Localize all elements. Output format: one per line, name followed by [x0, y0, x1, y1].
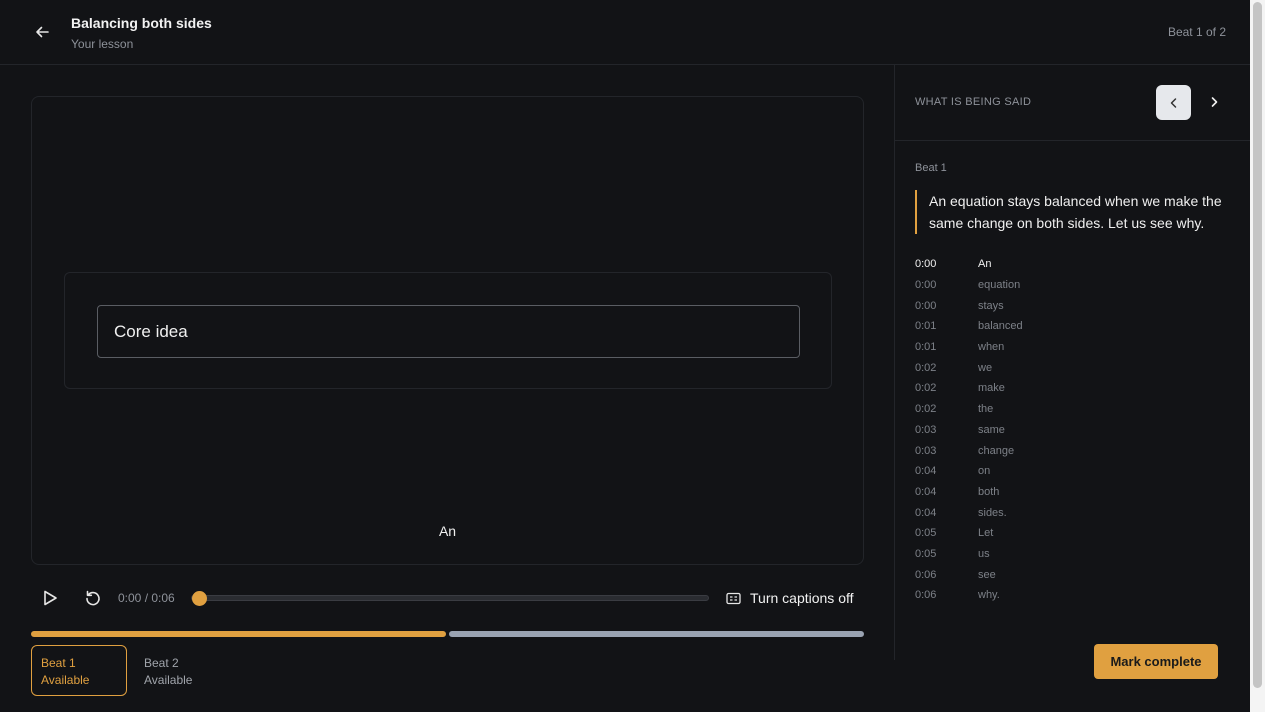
captions-toggle-label: Turn captions off	[750, 590, 854, 606]
transcript-word-row[interactable]: 0:05 Let	[915, 523, 1235, 544]
sidebar-beat-label: Beat 1	[915, 162, 947, 174]
word-text: see	[978, 568, 996, 581]
word-text: we	[978, 361, 993, 374]
transcript-word-row[interactable]: 0:05 us	[915, 544, 1235, 565]
player-controls: 0:00 / 0:06 Turn captions off	[31, 583, 864, 613]
word-text: equation	[978, 279, 1021, 292]
word-timestamp: 0:06	[915, 589, 937, 602]
word-text: balanced	[978, 320, 1023, 333]
lesson-subtitle: Your lesson	[71, 37, 134, 51]
word-timestamp: 0:03	[915, 423, 937, 436]
beat-tab-name: Beat 1	[41, 656, 76, 670]
transcript-word-row[interactable]: 0:02 make	[915, 378, 1235, 399]
word-timeline: 0:00 An 0:00 equation 0:00 stays 0:01 balanced 0…	[915, 254, 1235, 606]
word-timestamp: 0:00	[915, 299, 937, 312]
transcript-word-row[interactable]: 0:02 we	[915, 357, 1235, 378]
mark-complete-button[interactable]: Mark complete	[1094, 644, 1218, 679]
word-timestamp: 0:04	[915, 485, 937, 498]
next-beat-button[interactable]	[1204, 92, 1224, 112]
word-timestamp: 0:05	[915, 527, 937, 540]
transcript-word-row[interactable]: 0:02 the	[915, 399, 1235, 420]
replay-icon[interactable]	[84, 589, 102, 607]
transcript-word-row[interactable]: 0:03 same	[915, 420, 1235, 441]
transcript-word-row[interactable]: 0:06 why.	[915, 585, 1235, 606]
word-text: us	[978, 547, 990, 560]
captions-icon	[726, 592, 741, 604]
transcript-word-row[interactable]: 0:06 see	[915, 564, 1235, 585]
transcript-sidebar: WHAT IS BEING SAID Beat 1 An equation st…	[894, 65, 1251, 660]
sidebar-header: WHAT IS BEING SAID	[895, 65, 1251, 141]
word-timestamp: 0:02	[915, 361, 937, 374]
idea-card-label: Core idea	[97, 305, 800, 358]
transcript-quote: An equation stays balanced when we make …	[915, 190, 1231, 234]
word-timestamp: 0:02	[915, 403, 937, 416]
live-caption: An	[438, 523, 457, 539]
word-text: both	[978, 485, 1000, 498]
chevron-left-icon	[1170, 97, 1176, 108]
sidebar-title: WHAT IS BEING SAID	[915, 96, 1032, 108]
back-arrow-icon[interactable]	[32, 22, 52, 42]
word-timestamp: 0:04	[915, 465, 937, 478]
seek-bar[interactable]	[191, 591, 709, 606]
transcript-word-row[interactable]: 0:04 sides.	[915, 502, 1235, 523]
top-header: Balancing both sides Your lesson Beat 1 …	[0, 0, 1250, 65]
word-text: sides.	[978, 506, 1007, 519]
beat-tab-2[interactable]: Beat 2 Available	[134, 645, 230, 696]
word-text: An	[978, 258, 992, 271]
word-timestamp: 0:01	[915, 341, 937, 354]
page-scrollbar-thumb[interactable]	[1253, 2, 1262, 688]
word-timestamp: 0:04	[915, 506, 937, 519]
beat-counter: Beat 1 of 2	[1167, 25, 1226, 39]
chevron-right-icon	[1211, 97, 1218, 107]
playback-time: 0:00 / 0:06	[118, 591, 175, 605]
beat-2-progress	[449, 631, 864, 637]
word-timestamp: 0:00	[915, 258, 937, 271]
lesson-title: Balancing both sides	[71, 15, 212, 31]
beat-tab-1[interactable]: Beat 1 Available	[31, 645, 127, 696]
seek-thumb[interactable]	[192, 591, 207, 606]
word-text: stays	[978, 299, 1004, 312]
lesson-stage: Core idea An	[31, 96, 864, 565]
word-timestamp: 0:03	[915, 444, 937, 457]
word-text: why.	[978, 589, 1000, 602]
transcript-word-row[interactable]: 0:00 An	[915, 254, 1235, 275]
idea-card: Core idea	[64, 272, 832, 389]
page-scrollbar[interactable]	[1250, 0, 1265, 712]
beat-tab-status: Available	[144, 673, 193, 687]
beat-1-progress	[31, 631, 446, 637]
transcript-word-row[interactable]: 0:03 change	[915, 440, 1235, 461]
word-text: Let	[978, 527, 994, 540]
transcript-word-row[interactable]: 0:00 equation	[915, 275, 1235, 296]
beat-tab-status: Available	[41, 673, 90, 687]
word-text: same	[978, 423, 1005, 436]
beat-tab-name: Beat 2	[144, 656, 179, 670]
word-timestamp: 0:02	[915, 382, 937, 395]
word-timestamp: 0:01	[915, 320, 937, 333]
captions-toggle-button[interactable]: Turn captions off	[726, 588, 854, 608]
transcript-word-row[interactable]: 0:01 when	[915, 337, 1235, 358]
word-timestamp: 0:06	[915, 568, 937, 581]
word-text: on	[978, 465, 991, 478]
transcript-word-row[interactable]: 0:04 on	[915, 461, 1235, 482]
word-text: make	[978, 382, 1005, 395]
word-timestamp: 0:05	[915, 547, 937, 560]
transcript-word-row[interactable]: 0:00 stays	[915, 295, 1235, 316]
word-text: when	[978, 341, 1005, 354]
previous-beat-button[interactable]	[1156, 85, 1191, 120]
word-timestamp: 0:00	[915, 279, 937, 292]
lesson-player-app: Balancing both sides Your lesson Beat 1 …	[0, 0, 1265, 712]
word-text: the	[978, 403, 994, 416]
transcript-word-row[interactable]: 0:01 balanced	[915, 316, 1235, 337]
word-text: change	[978, 444, 1015, 457]
transcript-word-row[interactable]: 0:04 both	[915, 482, 1235, 503]
play-icon[interactable]	[41, 589, 59, 607]
